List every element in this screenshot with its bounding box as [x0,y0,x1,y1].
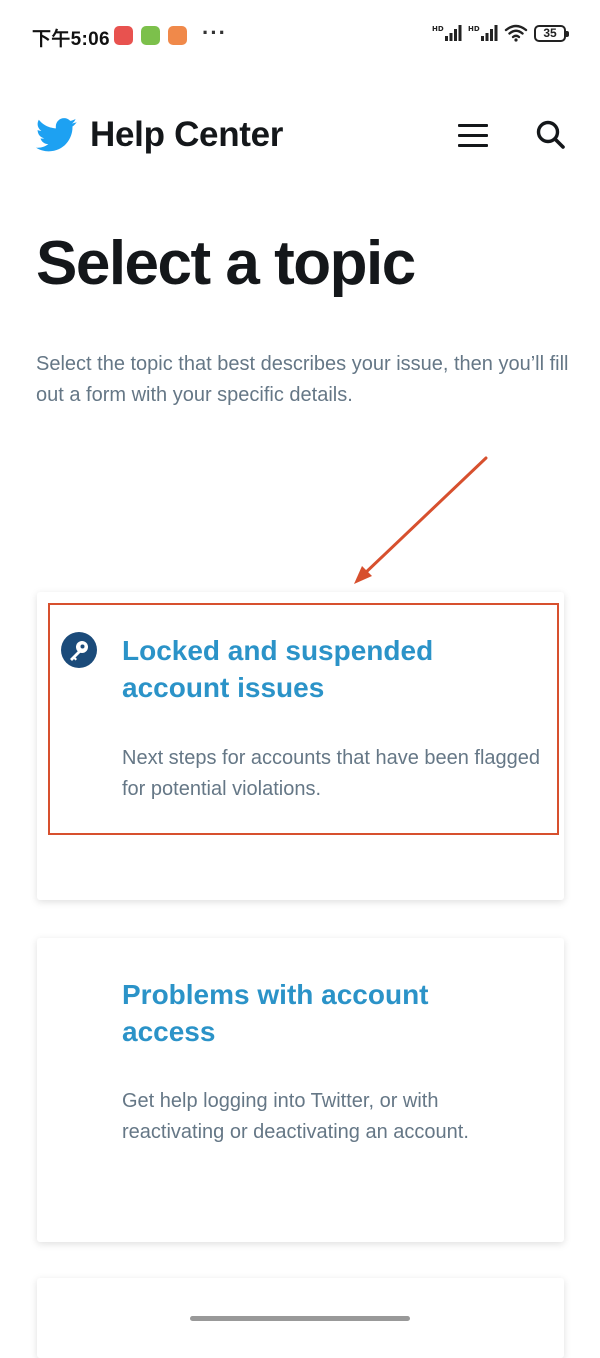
topic-card-account-access[interactable]: Problems with account access Get help lo… [37,938,564,1242]
status-bar: 下午5:06 ··· HD HD 35 [0,0,600,70]
topic-title[interactable]: Problems with account access [122,976,522,1050]
topic-card-locked-suspended[interactable]: Locked and suspended account issues Next… [37,592,564,900]
shopping-notification-icon [168,26,187,45]
app-notification-icon [114,26,133,45]
svg-text:HD: HD [432,25,444,33]
key-icon [61,632,97,668]
annotation-arrow-icon [354,456,488,584]
topic-description: Next steps for accounts that have been f… [122,747,541,800]
more-notifications-icon: ··· [202,20,227,45]
hamburger-menu-icon [458,124,488,127]
twitter-bird-icon[interactable] [36,118,78,152]
page-intro: Select the topic that best describes you… [36,353,569,406]
hamburger-menu-icon-bar [458,134,488,137]
status-indicators: HD HD 35 [432,24,569,42]
download-notification-icon [141,26,160,45]
search-icon[interactable] [534,118,568,152]
site-title[interactable]: Help Center [90,115,283,155]
battery-icon: 35 [534,24,569,42]
topic-description: Get help logging into Twitter, or with r… [122,1090,469,1143]
hamburger-menu-icon-bar [458,144,488,147]
cellular-signal-2-icon: HD [468,25,498,41]
site-header: Help Center [0,100,600,170]
home-indicator[interactable] [190,1316,410,1321]
battery-level: 35 [543,26,557,40]
wifi-icon [504,24,528,42]
topic-title[interactable]: Locked and suspended account issues [122,632,522,706]
status-time: 下午5:06 [32,29,110,50]
menu-button[interactable] [458,122,490,150]
svg-text:HD: HD [468,25,480,33]
cellular-signal-icon: HD [432,25,462,41]
page-title: Select a topic [36,229,416,298]
